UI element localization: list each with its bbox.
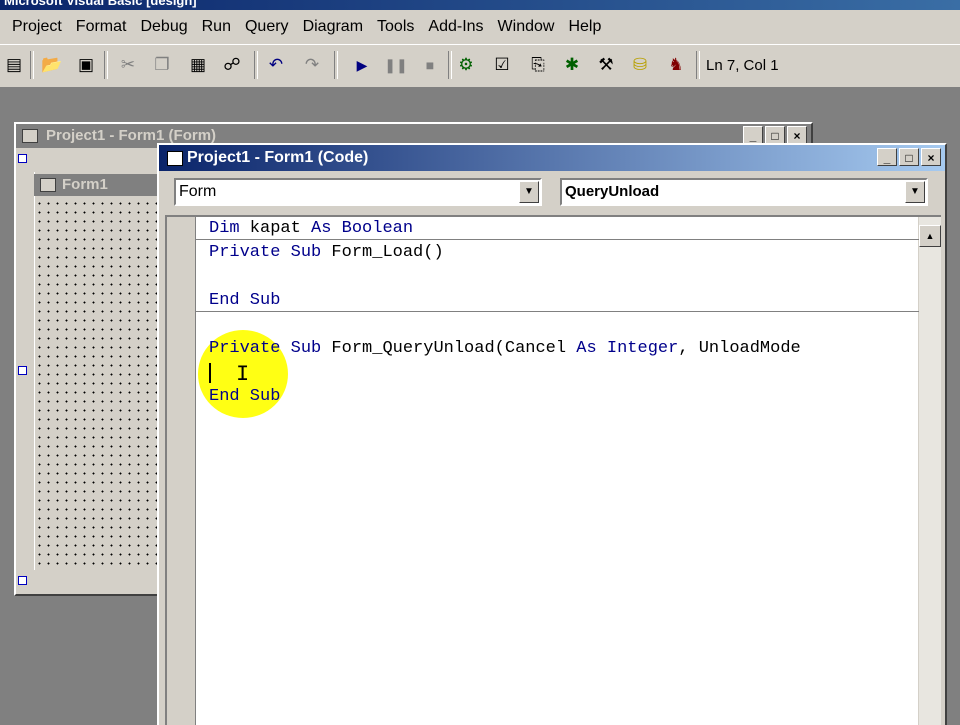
code-editor[interactable]: ▲ (165, 215, 941, 725)
toolbox-icon[interactable]: ⚒ (594, 53, 618, 77)
form1-icon (40, 178, 56, 192)
find-icon[interactable]: ☍ (220, 53, 244, 77)
resize-handle-top[interactable] (18, 154, 27, 163)
code-window-title-bar[interactable]: Project1 - Form1 (Code) _ □ × (159, 145, 945, 171)
menu-format[interactable]: Format (69, 10, 134, 44)
form1-caption: Form1 (62, 176, 108, 193)
app-title-bar: Microsoft Visual Basic [design] (0, 0, 960, 10)
form1-caption-bar: Form1 (34, 174, 166, 196)
form-window-icon (22, 129, 38, 143)
component-manager-icon[interactable]: ♞ (664, 53, 688, 77)
menu-help[interactable]: Help (561, 10, 608, 44)
minimize-button[interactable]: _ (743, 126, 763, 144)
open-icon[interactable]: 📂 (40, 53, 64, 77)
form-window-controls: _ □ × (743, 126, 807, 144)
save-icon[interactable]: ▣ (74, 53, 98, 77)
toolbar-separator (254, 51, 258, 79)
procedure-combo[interactable]: QueryUnload ▼ (560, 178, 928, 206)
form-layout-icon[interactable]: ⎘ (526, 53, 550, 77)
procedure-separator (195, 239, 919, 240)
end-icon[interactable]: ■ (418, 53, 442, 77)
properties-icon[interactable]: ☑ (490, 53, 514, 77)
start-icon[interactable]: ▶ (350, 53, 374, 77)
maximize-button[interactable]: □ (899, 148, 919, 166)
menu-query[interactable]: Query (238, 10, 296, 44)
cursor-position-readout: Ln 7, Col 1 (706, 57, 779, 74)
maximize-button[interactable]: □ (765, 126, 785, 144)
resize-handle-bottom[interactable] (18, 576, 27, 585)
break-icon[interactable]: ❚❚ (384, 53, 408, 77)
toolbar-separator (334, 51, 338, 79)
close-button[interactable]: × (921, 148, 941, 166)
scroll-up-icon[interactable]: ▲ (919, 225, 941, 247)
toolbar-separator (696, 51, 700, 79)
chevron-down-icon[interactable]: ▼ (905, 181, 925, 203)
cut-icon[interactable]: ✂ (116, 53, 140, 77)
undo-icon[interactable]: ↶ (264, 53, 288, 77)
redo-icon[interactable]: ↷ (300, 53, 324, 77)
code-window-title: Project1 - Form1 (Code) (187, 149, 369, 166)
margin-indicator-bar[interactable] (167, 217, 196, 725)
form-design-surface[interactable] (34, 172, 167, 570)
paste-icon[interactable]: ▦ (186, 53, 210, 77)
copy-icon[interactable]: ❐ (150, 53, 174, 77)
procedure-combo-value: QueryUnload (565, 183, 660, 200)
vertical-scrollbar[interactable]: ▲ (918, 217, 941, 725)
close-button[interactable]: × (787, 126, 807, 144)
procedure-separator (195, 311, 919, 312)
data-view-icon[interactable]: ⛁ (628, 53, 652, 77)
object-browser-icon[interactable]: ✱ (560, 53, 584, 77)
chevron-down-icon[interactable]: ▼ (519, 181, 539, 203)
menu-run[interactable]: Run (195, 10, 238, 44)
app-title: Microsoft Visual Basic [design] (4, 0, 197, 8)
code-window-controls: _ □ × (877, 148, 941, 166)
standard-toolbar: ▤ 📂 ▣ ✂ ❐ ▦ ☍ ↶ ↷ ▶ ❚❚ ■ ⚙ ☑ ⎘ ✱ ⚒ ⛁ ♞ L… (0, 45, 960, 88)
object-combo-value: Form (179, 183, 217, 200)
project-explorer-icon[interactable]: ⚙ (454, 53, 478, 77)
toolbar-separator (448, 51, 452, 79)
toolbar-separator (104, 51, 108, 79)
menu-bar: Project Format Debug Run Query Diagram T… (0, 10, 960, 45)
code-window: Project1 - Form1 (Code) _ □ × Form ▼ Que… (157, 143, 947, 725)
menu-debug[interactable]: Debug (133, 10, 194, 44)
new-project-icon[interactable]: ▤ (2, 53, 26, 77)
menu-tools[interactable]: Tools (370, 10, 421, 44)
resize-handle-middle[interactable] (18, 366, 27, 375)
menu-project[interactable]: Project (0, 10, 69, 44)
toolbar-separator (30, 51, 34, 79)
code-window-icon (167, 151, 183, 166)
object-combo[interactable]: Form ▼ (174, 178, 542, 206)
menu-window[interactable]: Window (491, 10, 562, 44)
menu-diagram[interactable]: Diagram (296, 10, 370, 44)
minimize-button[interactable]: _ (877, 148, 897, 166)
menu-add-ins[interactable]: Add-Ins (421, 10, 490, 44)
